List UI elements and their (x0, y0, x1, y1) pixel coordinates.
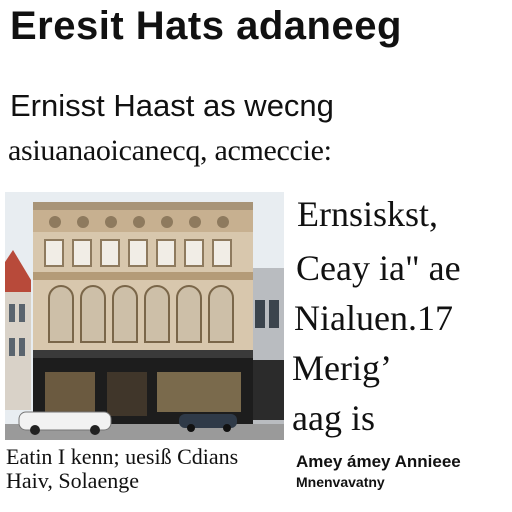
building-photo (5, 192, 284, 440)
side-text-line-1: Ernsiskst, (297, 194, 439, 234)
side-text-line-5: aag is (292, 398, 375, 438)
photo-caption-line-2: Haiv, Solaenge (6, 468, 139, 493)
subheading-line-1: Ernisst Haast as wecng (10, 88, 334, 123)
building-illustration (5, 192, 284, 440)
headline: Eresit Hats adaneeg (10, 4, 402, 48)
photo-caption-line-1: Eatin I kenn; uesiß Cdians (6, 444, 239, 469)
side-caption-line-2: Mnenvavatny (296, 474, 385, 490)
subheading-line-2: asiuanaoicanecq, acmeccie: (8, 134, 332, 167)
side-text-line-3: Nialuen.17 (294, 298, 453, 338)
side-text-line-2: Ceay ia" ae (296, 248, 461, 288)
side-text-line-4: Merig’ (292, 348, 392, 388)
side-caption-line-1: Amey ámey Annieee (296, 452, 461, 471)
